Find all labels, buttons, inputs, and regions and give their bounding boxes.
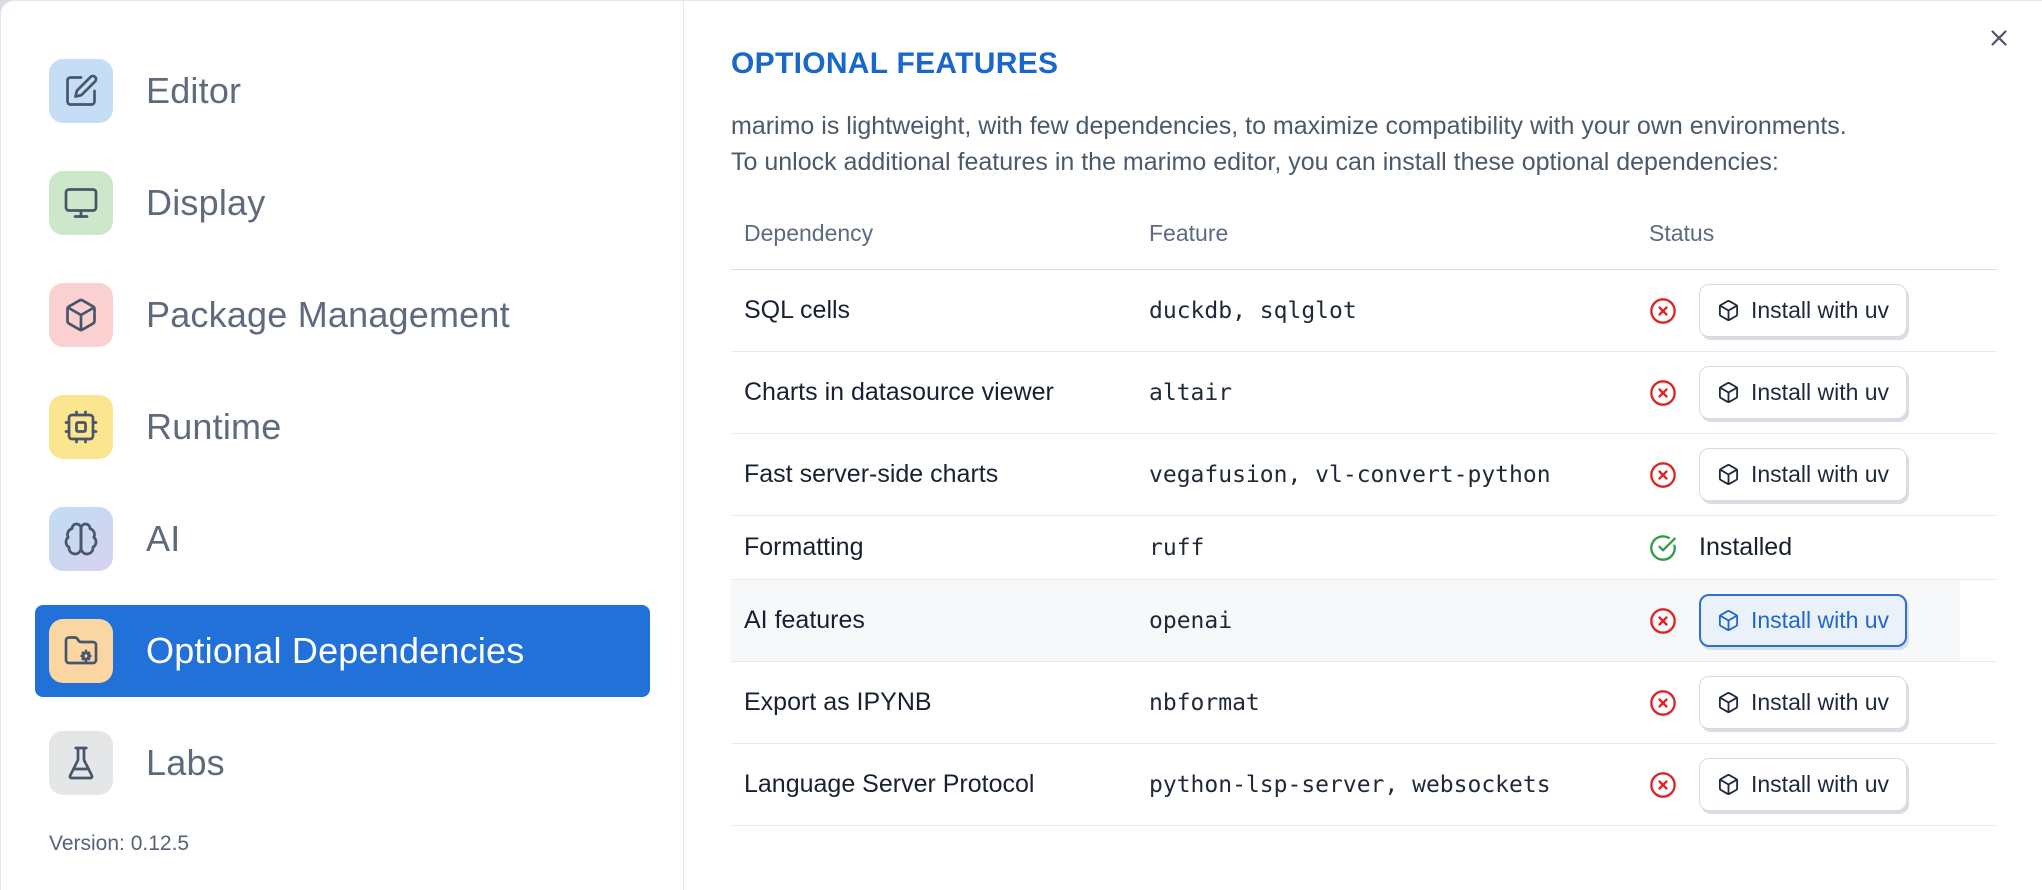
table-header-row: Dependency Feature Status bbox=[731, 206, 1997, 270]
dependency-name: Export as IPYNB bbox=[744, 688, 932, 716]
table-row-lsp: Language Server Protocol python-lsp-serv… bbox=[731, 744, 1997, 826]
install-with-uv-button[interactable]: Install with uv bbox=[1699, 284, 1908, 337]
package-icon bbox=[1718, 692, 1739, 713]
monitor-icon bbox=[49, 171, 113, 235]
settings-dialog: Editor Display Package Management Runtim… bbox=[0, 0, 2042, 890]
cpu-icon bbox=[49, 395, 113, 459]
sidebar-item-label: Runtime bbox=[146, 406, 282, 447]
package-icon bbox=[1718, 382, 1739, 403]
feature-packages: altair bbox=[1149, 379, 1233, 406]
description-line-1: marimo is lightweight, with few dependen… bbox=[731, 112, 1847, 140]
circle-x-icon bbox=[1650, 379, 1676, 406]
panel-description: marimo is lightweight, with few dependen… bbox=[731, 109, 1997, 180]
dependencies-table: Dependency Feature Status SQL cells duck… bbox=[731, 206, 1997, 826]
install-with-uv-button[interactable]: Install with uv bbox=[1699, 448, 1908, 501]
sidebar-item-label: Editor bbox=[146, 70, 242, 111]
sidebar-item-label: Package Management bbox=[146, 294, 510, 335]
feature-packages: ruff bbox=[1149, 534, 1205, 561]
circle-x-icon bbox=[1650, 771, 1676, 798]
sidebar-item-ai[interactable]: AI bbox=[35, 493, 650, 585]
feature-packages: duckdb, sqlglot bbox=[1149, 297, 1357, 324]
table-row-formatting: Formatting ruff Installed bbox=[731, 516, 1997, 580]
optional-features-panel: OPTIONAL FEATURES marimo is lightweight,… bbox=[684, 1, 2042, 890]
feature-packages: python-lsp-server, websockets bbox=[1149, 771, 1551, 798]
box-icon bbox=[49, 283, 113, 347]
circle-x-icon bbox=[1650, 689, 1676, 716]
install-with-uv-button-focused[interactable]: Install with uv bbox=[1699, 594, 1908, 647]
package-icon bbox=[1718, 300, 1739, 321]
feature-packages: vegafusion, vl-convert-python bbox=[1149, 461, 1551, 488]
dependency-name: Formatting bbox=[744, 533, 864, 561]
circle-x-icon bbox=[1650, 461, 1676, 488]
table-row-ai-features: AI features openai Install with uv bbox=[731, 580, 1997, 662]
install-with-uv-button[interactable]: Install with uv bbox=[1699, 676, 1908, 729]
brain-icon bbox=[49, 507, 113, 571]
sidebar-item-label: Optional Dependencies bbox=[146, 630, 525, 671]
feature-packages: openai bbox=[1149, 607, 1233, 634]
sidebar-item-editor[interactable]: Editor bbox=[35, 45, 650, 137]
sidebar-item-display[interactable]: Display bbox=[35, 157, 650, 249]
circle-check-icon bbox=[1650, 534, 1676, 561]
flask-icon bbox=[49, 731, 113, 795]
sidebar-item-label: Display bbox=[146, 182, 266, 223]
sidebar-item-label: Labs bbox=[146, 742, 225, 783]
installed-status-label: Installed bbox=[1699, 533, 1793, 561]
column-header-dependency: Dependency bbox=[744, 220, 874, 246]
settings-sidebar: Editor Display Package Management Runtim… bbox=[1, 1, 684, 890]
sidebar-item-label: AI bbox=[146, 518, 181, 559]
dependency-name: SQL cells bbox=[744, 296, 851, 324]
sidebar-item-package-management[interactable]: Package Management bbox=[35, 269, 650, 361]
circle-x-icon bbox=[1650, 297, 1676, 324]
page-title: OPTIONAL FEATURES bbox=[731, 47, 1059, 80]
folder-cog-icon bbox=[49, 619, 113, 683]
description-line-2: To unlock additional features in the mar… bbox=[731, 147, 1779, 176]
table-row-export-ipynb: Export as IPYNB nbformat Install with uv bbox=[731, 662, 1997, 744]
sidebar-item-labs[interactable]: Labs bbox=[35, 717, 650, 809]
dependency-name: Fast server-side charts bbox=[744, 460, 999, 488]
column-header-feature: Feature bbox=[1149, 220, 1229, 246]
sidebar-item-runtime[interactable]: Runtime bbox=[35, 381, 650, 473]
table-row-sql-cells: SQL cells duckdb, sqlglot Install with u… bbox=[731, 270, 1997, 352]
dependency-name: Language Server Protocol bbox=[744, 770, 1035, 798]
feature-packages: nbformat bbox=[1149, 689, 1260, 716]
sidebar-item-optional-dependencies[interactable]: Optional Dependencies bbox=[35, 605, 650, 697]
install-with-uv-button[interactable]: Install with uv bbox=[1699, 366, 1908, 419]
column-header-status: Status bbox=[1649, 220, 1715, 246]
package-icon bbox=[1718, 464, 1739, 485]
table-row-charts-datasource: Charts in datasource viewer altair Insta… bbox=[731, 352, 1997, 434]
table-row-fast-charts: Fast server-side charts vegafusion, vl-c… bbox=[731, 434, 1997, 516]
package-icon bbox=[1718, 774, 1739, 795]
package-icon bbox=[1718, 610, 1739, 631]
close-icon bbox=[1991, 30, 2007, 46]
dependency-name: Charts in datasource viewer bbox=[744, 378, 1054, 406]
close-button[interactable] bbox=[1984, 23, 2014, 53]
install-with-uv-button[interactable]: Install with uv bbox=[1699, 758, 1908, 811]
square-pen-icon bbox=[49, 59, 113, 123]
dependency-name: AI features bbox=[744, 606, 865, 634]
version-text: Version: 0.12.5 bbox=[49, 832, 190, 855]
circle-x-icon bbox=[1650, 607, 1676, 634]
